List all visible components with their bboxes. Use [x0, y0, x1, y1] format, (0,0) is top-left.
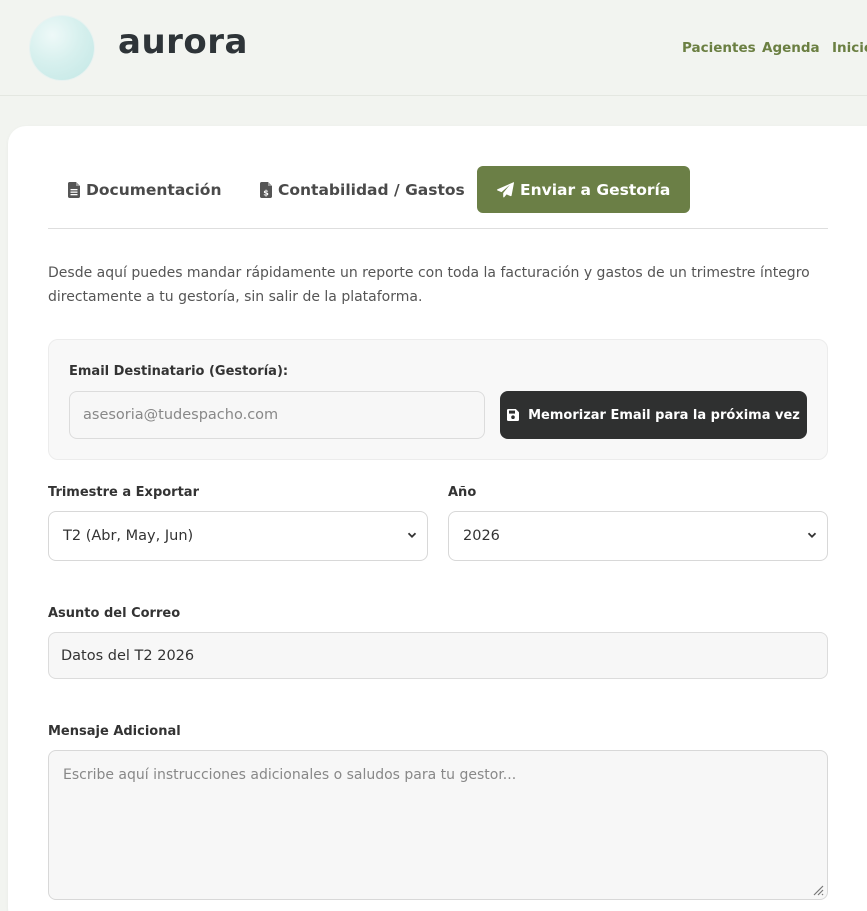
save-email-button-label: Memorizar Email para la próxima vez [528, 407, 800, 423]
quarter-label: Trimestre a Exportar [48, 485, 199, 500]
tab-documentacion-label: Documentación [86, 180, 222, 199]
year-select-value: 2026 [463, 528, 500, 544]
brand-name: aurora [118, 22, 248, 62]
file-invoice-dollar-icon: $ [260, 181, 272, 198]
paper-plane-icon [497, 181, 514, 197]
tab-contabilidad-label: Contabilidad / Gastos [278, 180, 465, 199]
email-input[interactable] [69, 391, 485, 439]
svg-text:$: $ [263, 188, 269, 197]
resize-handle-icon[interactable] [812, 884, 824, 896]
quarter-select-value: T2 (Abr, May, Jun) [63, 528, 194, 544]
tab-contabilidad[interactable]: $ Contabilidad / Gastos [260, 166, 465, 213]
save-email-button[interactable]: Memorizar Email para la próxima vez [500, 391, 807, 439]
top-header: aurora Pacientes Agenda Inicio [0, 0, 867, 96]
tab-documentacion[interactable]: Documentación [68, 166, 222, 213]
nav-pacientes[interactable]: Pacientes [682, 40, 756, 56]
year-label: Año [448, 485, 477, 500]
intro-text: Desde aquí puedes mandar rápidamente un … [48, 265, 810, 305]
year-select[interactable]: 2026 [448, 511, 828, 561]
floppy-disk-icon [507, 409, 520, 421]
tab-bar: Documentación $ Contabilidad / Gastos En… [48, 166, 828, 229]
quarter-select[interactable]: T2 (Abr, May, Jun) [48, 511, 428, 561]
message-label: Mensaje Adicional [48, 724, 181, 739]
nav-inicio[interactable]: Inicio [832, 40, 867, 56]
message-textarea[interactable] [48, 750, 828, 900]
subject-label: Asunto del Correo [48, 606, 181, 621]
tab-enviar-gestoria-label: Enviar a Gestoría [520, 180, 671, 199]
nav-agenda[interactable]: Agenda [762, 40, 820, 56]
tab-enviar-gestoria[interactable]: Enviar a Gestoría [477, 166, 691, 213]
logo-icon [30, 16, 94, 80]
chevron-down-icon [807, 532, 817, 538]
chevron-down-icon [407, 532, 417, 538]
email-label: Email Destinatario (Gestoría): [69, 364, 289, 379]
file-text-icon [68, 181, 80, 198]
subject-input[interactable] [48, 632, 828, 679]
